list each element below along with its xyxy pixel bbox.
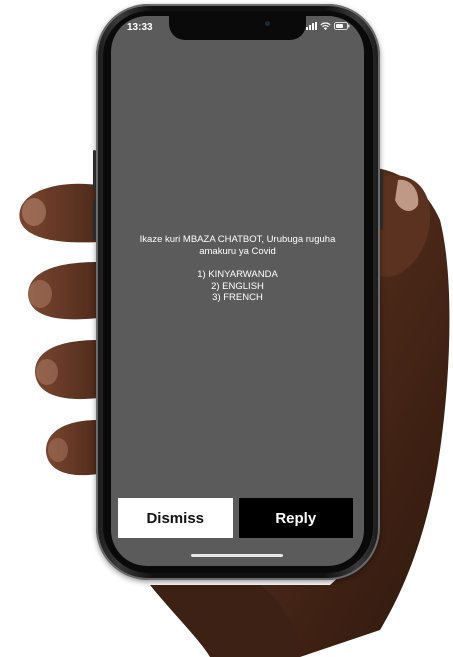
menu-option-french: 3) FRENCH — [212, 292, 263, 303]
menu-option-kinyarwanda: 1) KINYARWANDA — [197, 269, 278, 280]
reply-button[interactable]: Reply — [238, 498, 353, 538]
battery-icon — [334, 22, 350, 30]
notch — [169, 16, 306, 40]
volume-up-button — [93, 150, 96, 190]
wifi-icon — [320, 22, 331, 30]
home-indicator[interactable] — [191, 554, 283, 557]
signal-icon — [306, 22, 317, 30]
message-line-1: Ikaze kuri MBAZA CHATBOT, Urubuga ruguha — [139, 234, 336, 245]
status-time: 13:33 — [127, 22, 153, 33]
message-line-2: amakuru ya Covid — [199, 245, 276, 257]
scene: 13:33 Ikaze kuri MBAZA CHATBOT, Urubuga … — [0, 0, 453, 657]
volume-down-button — [93, 200, 96, 240]
message-actions: Dismiss Reply — [118, 498, 353, 538]
chatbot-message: Ikaze kuri MBAZA CHATBOT, Urubuga ruguha… — [111, 234, 364, 304]
power-button — [380, 170, 383, 230]
message-spacer — [111, 257, 364, 269]
phone-screen: 13:33 Ikaze kuri MBAZA CHATBOT, Urubuga … — [111, 16, 364, 566]
menu-option-english: 2) ENGLISH — [211, 280, 264, 292]
camera-icon — [265, 21, 270, 26]
status-icons — [306, 22, 350, 30]
dismiss-button[interactable]: Dismiss — [118, 498, 233, 538]
